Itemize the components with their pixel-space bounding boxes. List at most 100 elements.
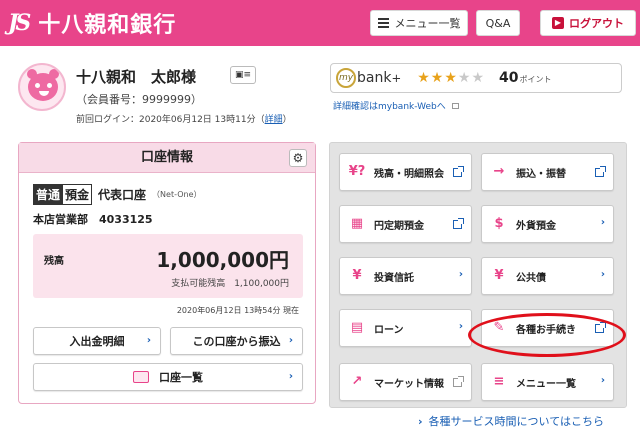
inout-statement-button[interactable]: 入出金明細 ›	[33, 327, 161, 355]
last-login-detail-link[interactable]: 詳細	[265, 115, 283, 125]
available-balance: 支払可能残高 1,100,000円	[171, 279, 289, 289]
transfer-from-account-button[interactable]: この口座から振込 ›	[170, 327, 303, 355]
chevron-right-icon: ›	[458, 269, 463, 280]
balance-label: 残高	[44, 256, 64, 267]
last-login: 前回ログイン：2020年06月12日 13時11分（詳細）	[76, 112, 292, 125]
mybank-logo-text: bank	[357, 70, 392, 86]
calendar-icon: ▦	[350, 216, 364, 231]
dollar-coin-icon: $	[494, 216, 504, 231]
chevron-right-icon: ›	[600, 375, 605, 386]
points-value: 40ポイント	[499, 70, 551, 86]
service-menu-grid: ¥? 残高・明細照会 → 振込・振替 ▦ 円定期預金 $ 外貨預金 › ¥ 投資…	[329, 142, 627, 408]
balance-box: 残高 1,000,000円 支払可能残高 1,100,000円	[33, 234, 303, 298]
account-type: 普通 預金 代表口座 （Net-One）	[33, 184, 202, 205]
user-name: 十八親和 太郎様	[76, 68, 197, 86]
account-list-button[interactable]: 口座一覧 ›	[33, 363, 303, 391]
chart-up-icon: ↗	[351, 374, 363, 389]
avatar-face	[28, 73, 58, 101]
rating-stars: ★★★★★	[417, 70, 485, 86]
tile-label: 残高・明細照会	[374, 168, 444, 180]
transfer-icon: →	[493, 164, 505, 179]
tile-menu-list[interactable]: ≡ メニュー一覧 ›	[481, 363, 614, 401]
account-label: 代表口座	[98, 188, 147, 202]
mybank-logo-plus: +	[391, 71, 402, 85]
member-number: （会員番号：9999999）	[76, 93, 202, 106]
header-bar: JS 十八親和銀行 メニュー一覧 Q&A ▶ ログアウト	[0, 0, 640, 46]
last-login-close: ）	[282, 115, 292, 125]
qa-button[interactable]: Q&A	[476, 10, 520, 36]
external-window-icon	[453, 166, 464, 177]
investment-icon: ¥	[352, 268, 362, 283]
service-hours-label: 各種サービス時間についてはこちら	[428, 415, 604, 428]
calculator-icon: ▤	[350, 320, 364, 335]
balance-timestamp: 2020年06月12日 13時54分 現在	[176, 306, 299, 315]
logout-label: ログアウト	[569, 17, 624, 30]
chevron-right-icon: ›	[600, 217, 605, 228]
external-window-icon	[453, 218, 464, 229]
tile-label: ローン	[374, 324, 404, 336]
tile-time-deposit[interactable]: ▦ 円定期預金	[339, 205, 472, 243]
avatar	[18, 63, 66, 111]
logout-button[interactable]: ▶ ログアウト	[540, 10, 636, 36]
member-card-icon[interactable]: ▣≡	[230, 66, 256, 84]
external-window-icon	[451, 103, 459, 109]
account-list-label: 口座一覧	[159, 371, 203, 384]
mybank-box: my bank + ★★★★★ 40ポイント	[330, 63, 622, 93]
account-list-icon	[133, 371, 149, 383]
star-on-icon: ★★★	[417, 70, 458, 86]
hamburger-icon: ≡	[493, 374, 505, 389]
chevron-right-icon: ›	[288, 371, 293, 382]
bank-logo[interactable]: JS 十八親和銀行	[8, 7, 176, 39]
points-number: 40	[499, 70, 519, 86]
balance-amount: 1,000,000円	[156, 248, 289, 272]
tile-label: 円定期預金	[374, 220, 424, 232]
service-hours-link[interactable]: › 各種サービス時間についてはこちら	[418, 413, 604, 429]
points-unit: ポイント	[519, 75, 552, 84]
chevron-right-icon: ›	[458, 321, 463, 332]
bank-name: 十八親和銀行	[38, 13, 177, 38]
chevron-right-icon: ›	[418, 415, 423, 428]
external-window-icon	[595, 166, 606, 177]
chevron-right-icon: ›	[288, 335, 293, 346]
account-sub: （Net-One）	[152, 190, 202, 199]
avatar-eye-right	[47, 83, 52, 88]
avatar-eye-left	[35, 83, 40, 88]
hamburger-icon	[377, 16, 389, 30]
account-panel-title: 口座情報	[140, 150, 193, 165]
tile-label: 投資信託	[374, 272, 414, 284]
menu-list-button[interactable]: メニュー一覧	[370, 10, 468, 36]
highlight-circle	[468, 313, 626, 357]
account-tag-futsu: 普通	[33, 184, 64, 205]
account-panel-header: 口座情報 ⚙	[19, 143, 315, 173]
bond-icon: ¥	[494, 268, 504, 283]
tile-label: 公共債	[516, 272, 546, 284]
tile-transfer[interactable]: → 振込・振替	[481, 153, 614, 191]
mybank-detail-text: 詳細確認はmybank-Webへ	[333, 102, 446, 112]
chevron-right-icon: ›	[146, 335, 151, 346]
inout-statement-label: 入出金明細	[69, 335, 125, 348]
last-login-text: 前回ログイン：2020年06月12日 13時11分（	[76, 115, 265, 125]
menu-list-label: メニュー一覧	[394, 17, 461, 30]
tile-balance-inquiry[interactable]: ¥? 残高・明細照会	[339, 153, 472, 191]
tile-market-info[interactable]: ↗ マーケット情報	[339, 363, 472, 401]
account-panel: 口座情報 ⚙ 普通 預金 代表口座 （Net-One） 本店営業部 403312…	[18, 142, 316, 404]
tile-label: マーケット情報	[374, 378, 444, 390]
tile-label: メニュー一覧	[516, 378, 576, 390]
transfer-from-account-label: この口座から振込	[192, 335, 281, 348]
tile-label: 振込・振替	[516, 168, 566, 180]
tile-label: 外貨預金	[516, 220, 556, 232]
tile-public-bonds[interactable]: ¥ 公共債 ›	[481, 257, 614, 295]
branch-account-number: 本店営業部 4033125	[33, 213, 153, 226]
tile-foreign-deposit[interactable]: $ 外貨預金 ›	[481, 205, 614, 243]
tile-investment-trust[interactable]: ¥ 投資信託 ›	[339, 257, 472, 295]
mybank-logo: my bank +	[336, 68, 401, 88]
tile-loan[interactable]: ▤ ローン ›	[339, 309, 472, 347]
logout-icon: ▶	[552, 17, 564, 29]
mybank-my-icon: my	[336, 68, 356, 88]
star-off-icon: ★★	[457, 70, 485, 86]
mybank-detail-link[interactable]: 詳細確認はmybank-Webへ	[333, 99, 459, 112]
logo-mark-icon: JS	[8, 10, 31, 36]
yen-search-icon: ¥?	[348, 164, 366, 179]
gear-icon[interactable]: ⚙	[289, 149, 307, 167]
account-tag-yokin: 預金	[63, 184, 93, 205]
